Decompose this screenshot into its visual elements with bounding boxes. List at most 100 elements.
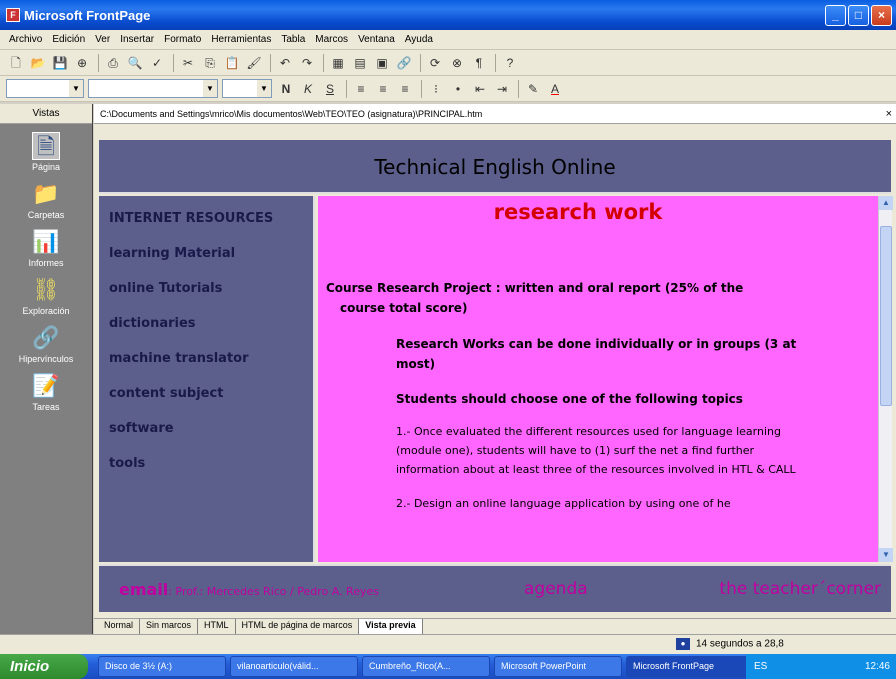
agenda-link[interactable]: agenda [524,579,588,599]
redo-icon[interactable]: ↷ [297,53,317,73]
nav-link-online-tutorials[interactable]: online Tutorials [109,281,303,296]
insert-table-icon[interactable]: ▤ [350,53,370,73]
task-cumbreno[interactable]: Cumbreño_Rico(A... [362,656,490,677]
menu-herramientas[interactable]: Herramientas [206,34,276,45]
format-painter-icon[interactable]: 🖌 [244,53,264,73]
increase-indent-icon[interactable]: ⇥ [492,79,512,99]
task-powerpoint[interactable]: Microsoft PowerPoint [494,656,622,677]
tasks-icon: 📝 [32,373,60,398]
print-preview-icon[interactable]: 🔍 [125,53,145,73]
publish-icon[interactable]: ⊕ [72,53,92,73]
view-label: Hipervínculos [18,354,74,364]
task-frontpage[interactable]: Microsoft FrontPage [626,656,754,677]
task-disco[interactable]: Disco de 3½ (A:) [98,656,226,677]
email-label: email [119,580,169,599]
style-select[interactable]: ▼ [6,79,84,98]
nav-link-internet-resources[interactable]: INTERNET RESOURCES [109,210,303,228]
menu-bar: Archivo Edición Ver Insertar Formato Her… [0,30,896,50]
content-scrollbar[interactable]: ▲ ▼ [878,196,893,562]
view-tareas[interactable]: 📝 Tareas [0,372,92,412]
show-all-icon[interactable]: ¶ [469,53,489,73]
paste-icon[interactable]: 📋 [222,53,242,73]
language-indicator[interactable]: ES [754,661,767,672]
insert-picture-icon[interactable]: ▣ [372,53,392,73]
menu-ayuda[interactable]: Ayuda [400,34,438,45]
spelling-icon[interactable]: ✓ [147,53,167,73]
align-right-icon[interactable]: ≡ [395,79,415,99]
open-icon[interactable]: 📂 [28,53,48,73]
title-bar: F Microsoft FrontPage _ □ × [0,0,896,30]
hyperlink-icon[interactable]: 🔗 [394,53,414,73]
connection-icon: ● [676,638,690,650]
minimize-button[interactable]: _ [825,4,846,26]
nav-link-learning-material[interactable]: learning Material [109,246,303,261]
file-path-bar: C:\Documents and Settings\mrico\Mis docu… [94,104,896,124]
menu-marcos[interactable]: Marcos [310,34,353,45]
scroll-thumb[interactable] [880,226,892,406]
nav-link-machine-translator[interactable]: machine translator [109,351,303,366]
save-icon[interactable]: 💾 [50,53,70,73]
font-size-select[interactable]: ▼ [222,79,272,98]
system-tray: ES 12:46 [746,654,896,679]
task-vilanoarticulo[interactable]: vilanoarticulo(válid... [230,656,358,677]
nav-link-content-subject[interactable]: content subject [109,386,303,401]
nav-link-software[interactable]: software [109,421,303,436]
menu-ver[interactable]: Ver [90,34,115,45]
menu-edicion[interactable]: Edición [47,34,90,45]
view-informes[interactable]: 📊 Informes [0,228,92,268]
close-button[interactable]: × [871,4,892,26]
view-label: Informes [28,258,64,268]
menu-ventana[interactable]: Ventana [353,34,400,45]
numbering-icon[interactable]: ⁝ [426,79,446,99]
course-project-line-2: course total score) [340,301,468,315]
help-icon[interactable]: ? [500,53,520,73]
tab-vista-previa[interactable]: Vista previa [359,619,423,634]
view-label: Exploración [22,306,70,316]
align-center-icon[interactable]: ≡ [373,79,393,99]
view-carpetas[interactable]: 📁 Carpetas [0,180,92,220]
tab-html-marcos[interactable]: HTML de página de marcos [236,619,360,634]
course-project-line-1: Course Research Project : written and or… [326,281,744,295]
font-select[interactable]: ▼ [88,79,218,98]
insert-component-icon[interactable]: ▦ [328,53,348,73]
view-pagina[interactable]: 🗎 Página [0,132,92,172]
footer-frame: email: Prof.: Mercedes Rico / Pedro A. R… [99,564,891,612]
print-icon[interactable]: ⎙ [103,53,123,73]
cut-icon[interactable]: ✂ [178,53,198,73]
copy-icon[interactable]: ⎘ [200,53,220,73]
scroll-down-icon[interactable]: ▼ [879,548,893,562]
menu-archivo[interactable]: Archivo [4,34,47,45]
nav-link-tools[interactable]: tools [109,456,303,471]
bullets-icon[interactable]: • [448,79,468,99]
taskbar: Inicio Disco de 3½ (A:) vilanoarticulo(v… [0,654,896,679]
bold-icon[interactable]: N [276,79,296,99]
tab-html[interactable]: HTML [198,619,236,634]
undo-icon[interactable]: ↶ [275,53,295,73]
menu-tabla[interactable]: Tabla [276,34,310,45]
close-document-icon[interactable]: × [886,104,892,124]
toolbar-separator [173,53,174,72]
italic-icon[interactable]: K [298,79,318,99]
view-exploracion[interactable]: ⛓ Exploración [0,276,92,316]
decrease-indent-icon[interactable]: ⇤ [470,79,490,99]
align-left-icon[interactable]: ≡ [351,79,371,99]
maximize-button[interactable]: □ [848,4,869,26]
nav-link-dictionaries[interactable]: dictionaries [109,316,303,331]
page-view-icon: 🗎 [32,132,60,160]
tab-sin-marcos[interactable]: Sin marcos [140,619,199,634]
tab-normal[interactable]: Normal [98,619,141,634]
highlight-icon[interactable]: ✎ [523,79,543,99]
teacher-corner-link[interactable]: the teacher´corner [719,579,881,599]
view-hipervinculos[interactable]: 🔗 Hipervínculos [0,324,92,364]
start-button[interactable]: Inicio [0,654,88,679]
refresh-icon[interactable]: ⟳ [425,53,445,73]
scroll-up-icon[interactable]: ▲ [879,196,893,210]
menu-insertar[interactable]: Insertar [115,34,159,45]
underline-icon[interactable]: S [320,79,340,99]
chevron-down-icon: ▼ [69,80,83,97]
email-link[interactable]: email: Prof.: Mercedes Rico / Pedro A. R… [119,580,379,599]
menu-formato[interactable]: Formato [159,34,206,45]
font-color-icon[interactable]: A [545,79,565,99]
new-page-icon[interactable]: 🗋 [6,53,26,73]
stop-icon[interactable]: ⊗ [447,53,467,73]
